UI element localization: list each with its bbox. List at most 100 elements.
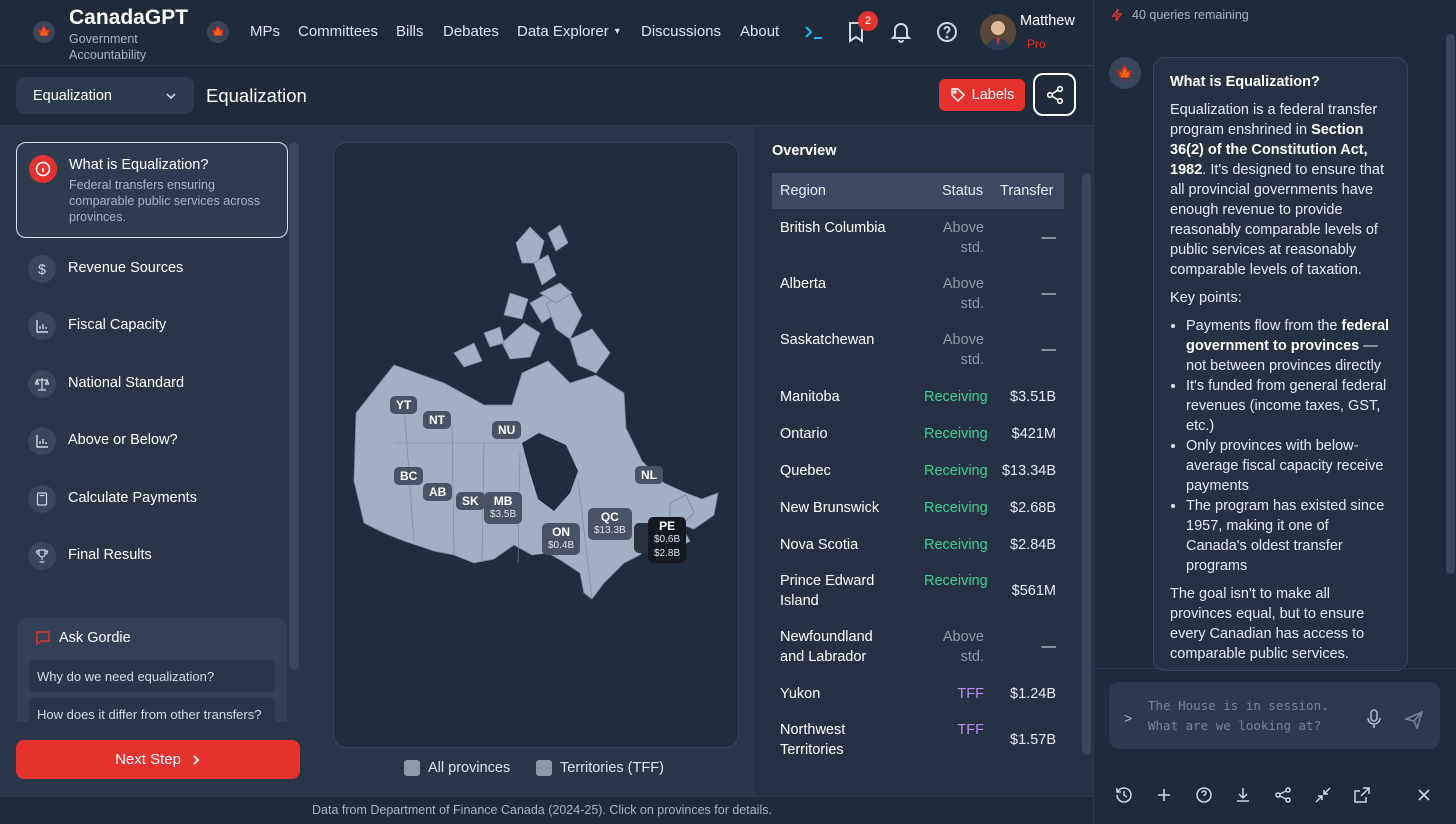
suggested-question[interactable]: Why do we need equalization? <box>29 660 275 692</box>
brand-title[interactable]: CanadaGPT <box>69 6 188 30</box>
legend-label: All provinces <box>428 760 511 776</box>
step-revenue-sources[interactable]: $ Revenue Sources <box>16 255 288 283</box>
topic-select-value: Equalization <box>33 87 112 104</box>
canada-map-shape[interactable] <box>334 143 740 749</box>
legend-territories[interactable]: Territories (TFF) <box>536 760 664 776</box>
status-cell: Above std. <box>942 276 984 312</box>
labels-button[interactable]: Labels <box>939 79 1025 111</box>
transfer-cell: — <box>1041 639 1057 655</box>
column-header-region: Region <box>780 183 826 199</box>
nav-discussions[interactable]: Discussions <box>641 23 721 40</box>
table-row[interactable]: Manitoba Receiving $3.51B <box>772 378 1064 415</box>
nav-committees[interactable]: Committees <box>298 23 378 40</box>
map-label-nl[interactable]: NL <box>635 466 663 484</box>
collapse-icon[interactable] <box>1314 786 1334 806</box>
scale-icon <box>28 370 56 398</box>
status-cell: Above std. <box>942 332 984 368</box>
map-label-sk[interactable]: SK <box>456 492 485 510</box>
step-title: Above or Below? <box>68 432 178 448</box>
trophy-icon <box>28 542 56 570</box>
table-row[interactable]: Yukon TFF $1.24B <box>772 675 1064 712</box>
external-link-icon[interactable] <box>1353 786 1373 806</box>
microphone-icon[interactable] <box>1366 709 1382 729</box>
map-label-mb[interactable]: MB $3.5B <box>484 492 523 524</box>
user-avatar[interactable] <box>980 14 1016 50</box>
bell-icon[interactable] <box>889 20 913 44</box>
table-row[interactable]: New Brunswick Receiving $2.68B <box>772 489 1064 526</box>
download-icon[interactable] <box>1234 786 1254 806</box>
map-label-pe[interactable]: PE $0.6B $2.8B <box>648 517 687 563</box>
plus-icon[interactable] <box>1155 786 1175 806</box>
table-row[interactable]: Ontario Receiving $421M <box>772 415 1064 452</box>
table-row[interactable]: Northwest Territories TFF $1.57B <box>772 712 1064 768</box>
table-row[interactable]: Alberta Above std. — <box>772 266 1064 322</box>
step-title: National Standard <box>68 375 185 391</box>
help-icon[interactable] <box>935 20 959 44</box>
nav-mps[interactable]: MPs <box>250 23 280 40</box>
map-label-on[interactable]: ON $0.4B <box>542 523 581 555</box>
terminal-icon[interactable] <box>802 20 826 44</box>
table-row[interactable]: Quebec Receiving $13.34B <box>772 452 1064 489</box>
next-step-button[interactable]: Next Step <box>16 740 300 779</box>
sidebar-scrollbar[interactable] <box>289 142 299 670</box>
step-description: Federal transfers ensuring comparable pu… <box>69 178 261 224</box>
step-what-is-equalization[interactable]: What is Equalization? Federal transfers … <box>16 142 288 238</box>
labels-button-label: Labels <box>971 87 1015 103</box>
text-span: Payments flow from the <box>1186 318 1342 334</box>
chat-scrollbar[interactable] <box>1446 34 1455 574</box>
status-cell: Receiving <box>924 500 988 516</box>
history-icon[interactable] <box>1115 786 1135 806</box>
send-icon[interactable] <box>1404 709 1424 729</box>
map-label-qc[interactable]: QC $13.3B <box>588 508 632 540</box>
nav-about[interactable]: About <box>740 23 779 40</box>
message-paragraph: The goal isn't to make all provinces equ… <box>1170 586 1365 662</box>
region-cell: Alberta <box>780 276 826 292</box>
suggested-question[interactable]: How does it differ from other transfers? <box>29 698 275 722</box>
canada-map[interactable] <box>333 142 739 748</box>
share-button[interactable] <box>1033 73 1076 116</box>
legend-checkbox[interactable] <box>404 760 420 776</box>
table-row[interactable]: Saskatchewan Above std. — <box>772 322 1064 378</box>
step-fiscal-capacity[interactable]: Fiscal Capacity <box>16 312 288 340</box>
ask-gordie-label: Ask Gordie <box>59 630 131 646</box>
data-source-footer: Data from Department of Finance Canada (… <box>0 796 1093 824</box>
step-title: Calculate Payments <box>68 490 197 506</box>
key-points-list: Payments flow from the federal governmen… <box>1170 316 1391 576</box>
nav-bills[interactable]: Bills <box>396 23 424 40</box>
chevron-down-icon: ▾ <box>614 26 620 37</box>
map-label-code: MB <box>493 494 513 508</box>
map-label-value: $0.6B <box>654 534 681 545</box>
map-label-nu[interactable]: NU <box>492 421 522 439</box>
help-icon[interactable] <box>1195 786 1215 806</box>
map-label-yt[interactable]: YT <box>390 396 418 414</box>
legend-checkbox[interactable] <box>536 760 552 776</box>
step-calculate-payments[interactable]: Calculate Payments <box>16 485 288 513</box>
table-row[interactable]: Nova Scotia Receiving $2.84B <box>772 526 1064 563</box>
step-above-or-below[interactable]: Above or Below? <box>16 427 288 455</box>
map-label-ab[interactable]: AB <box>423 483 453 501</box>
chat-input-placeholder[interactable]: The House is in session. What are we loo… <box>1148 696 1338 748</box>
table-row[interactable]: Prince Edward Island Receiving $561M <box>772 563 1064 619</box>
maple-leaf-logo-icon[interactable]: 🍁 <box>33 21 55 43</box>
close-icon[interactable] <box>1415 786 1435 806</box>
overview-scrollbar[interactable] <box>1082 173 1091 755</box>
map-label-bc[interactable]: BC <box>394 467 424 485</box>
next-step-label: Next Step <box>115 751 181 768</box>
map-label-nt[interactable]: NT <box>423 411 451 429</box>
region-cell: Prince Edward Island <box>780 573 875 609</box>
legend-all-provinces[interactable]: All provinces <box>404 760 510 776</box>
step-final-results[interactable]: Final Results <box>16 542 288 570</box>
query-quota: 40 queries remaining <box>1110 8 1249 22</box>
table-row[interactable]: British Columbia Above std. — <box>772 210 1064 266</box>
topic-select[interactable]: Equalization <box>16 77 194 114</box>
share-icon[interactable] <box>1274 786 1294 806</box>
transfer-cell: — <box>1041 230 1057 246</box>
language-flag-icon[interactable]: 🍁 <box>207 21 229 43</box>
step-national-standard[interactable]: National Standard <box>16 370 288 398</box>
nav-debates[interactable]: Debates <box>443 23 499 40</box>
list-item: Only provinces with below-average fiscal… <box>1186 436 1391 496</box>
user-name[interactable]: Matthew <box>1020 13 1075 29</box>
nav-data-explorer[interactable]: Data Explorer ▾ <box>517 23 620 40</box>
table-row[interactable]: Newfoundland and Labrador Above std. — <box>772 619 1064 675</box>
transfer-cell: — <box>1041 286 1057 302</box>
